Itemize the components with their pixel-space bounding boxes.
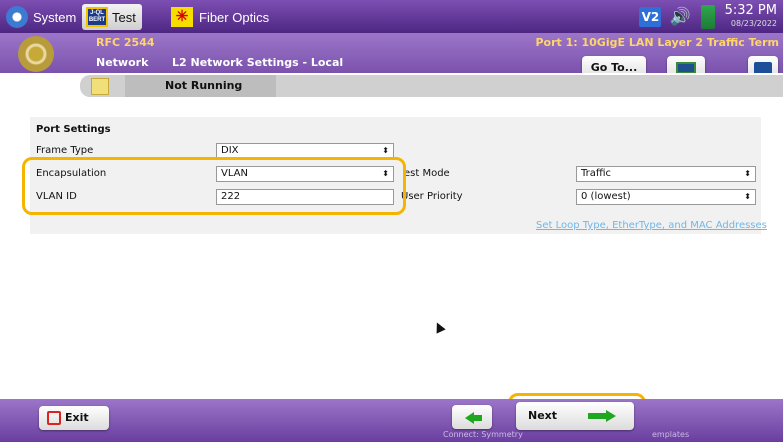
- test-button[interactable]: J-QL BERT Test: [82, 4, 142, 30]
- next-label: Next: [528, 409, 558, 422]
- fiber-optics-button[interactable]: ✳ Fiber Optics: [171, 4, 269, 30]
- exit-icon: [47, 411, 61, 425]
- clock: 5:32 PM 08/23/2022: [725, 4, 777, 30]
- test-mode-value: Traffic: [581, 168, 612, 179]
- port-info: Port 1: 10GigE LAN Layer 2 Traffic Term: [535, 36, 779, 49]
- settings-gear-icon[interactable]: [18, 36, 54, 72]
- next-hint: emplates: [652, 430, 690, 439]
- section-title: Port Settings: [36, 124, 111, 135]
- highlight-encapsulation: [22, 157, 406, 215]
- app-name: RFC 2544: [96, 36, 155, 49]
- battery-icon: [700, 4, 715, 29]
- clock-date: 08/23/2022: [730, 18, 777, 28]
- system-top-bar: System J-QL BERT Test ✳ Fiber Optics V2 …: [0, 0, 783, 33]
- loop-type-link[interactable]: Set Loop Type, EtherType, and MAC Addres…: [536, 220, 767, 231]
- clock-time: 5:32 PM: [724, 2, 777, 18]
- chevron-updown-icon: ⬍: [744, 169, 751, 178]
- next-button[interactable]: Next: [516, 402, 634, 430]
- note-icon[interactable]: [91, 78, 109, 95]
- v2-icon[interactable]: V2: [639, 6, 662, 27]
- test-mode-label: est Mode: [404, 168, 450, 179]
- run-state-badge: Not Running: [125, 75, 276, 97]
- status-icons: V2 🔊 5:32 PM 08/23/2022: [639, 0, 783, 33]
- bert-icon: J-QL BERT: [86, 7, 108, 27]
- chevron-updown-icon: ⬍: [382, 146, 389, 155]
- fiber-optics-label: Fiber Optics: [199, 9, 270, 25]
- arrow-left-icon: [465, 412, 482, 424]
- frame-type-value: DIX: [221, 145, 239, 156]
- mouse-cursor-icon: [432, 320, 446, 334]
- user-priority-select[interactable]: 0 (lowest) ⬍: [576, 189, 756, 205]
- page-title: L2 Network Settings - Local: [172, 56, 344, 69]
- user-priority-value: 0 (lowest): [581, 191, 631, 202]
- breadcrumb-network[interactable]: Network: [96, 56, 148, 69]
- test-mode-select[interactable]: Traffic ⬍: [576, 166, 756, 182]
- exit-label: Exit: [65, 411, 89, 424]
- chevron-updown-icon: ⬍: [744, 192, 751, 201]
- system-label: System: [33, 9, 77, 25]
- exit-button[interactable]: Exit: [39, 406, 109, 430]
- back-button[interactable]: [452, 405, 492, 429]
- arrow-right-icon: [588, 410, 616, 422]
- system-button[interactable]: System: [6, 4, 76, 30]
- gear-icon: [6, 6, 28, 28]
- app-header: RFC 2544 Port 1: 10GigE LAN Layer 2 Traf…: [0, 33, 783, 73]
- frame-type-label: Frame Type: [36, 145, 94, 156]
- user-priority-label: User Priority: [401, 191, 463, 202]
- status-strip: [0, 73, 783, 100]
- test-label: Test: [112, 9, 136, 25]
- speaker-icon[interactable]: 🔊: [669, 7, 690, 27]
- fiber-optics-icon: ✳: [171, 7, 193, 27]
- back-hint: Connect: Symmetry: [443, 430, 523, 439]
